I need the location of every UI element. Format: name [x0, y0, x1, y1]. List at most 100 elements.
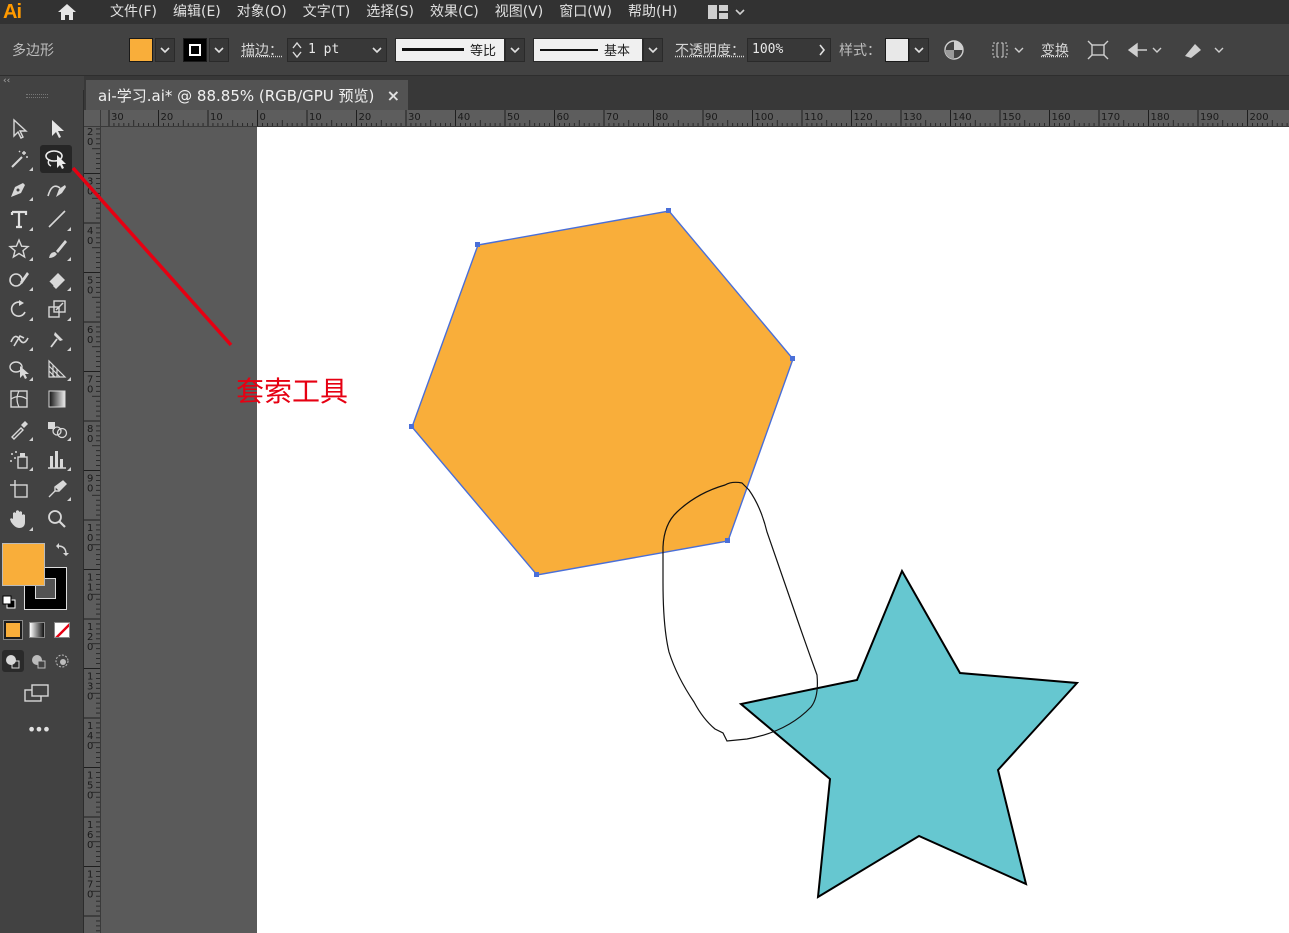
panel-collapse-strip[interactable]: ‹‹ [0, 76, 84, 90]
panel-grip[interactable] [26, 94, 48, 98]
puppet-warp-tool-icon[interactable] [42, 325, 72, 353]
eraser-tool-icon[interactable] [42, 265, 72, 293]
collapse-panels-icon[interactable]: ‹‹ [3, 76, 10, 86]
ruler-label: 0 [87, 642, 93, 653]
star-tool-icon[interactable] [4, 235, 34, 263]
workspace-switcher[interactable] [707, 4, 746, 20]
ruler-label: 60 [557, 112, 570, 123]
brush-definition[interactable]: 基本 [533, 37, 643, 62]
ruler-label: 30 [408, 112, 421, 123]
ruler-label: 0 [87, 791, 93, 802]
stroke-label[interactable]: 描边： [241, 40, 283, 60]
ruler-label: 0 [87, 434, 93, 445]
horizontal-ruler[interactable]: 30 20 10 0 10 20 30 40 50 60 70 80 90 100 110 120 130 140… [101, 110, 1289, 127]
selection-tool-icon[interactable] [4, 115, 34, 143]
color-mode-button[interactable] [3, 620, 23, 640]
line-segment-tool-icon[interactable] [42, 205, 72, 233]
stroke-dropdown[interactable] [209, 37, 229, 62]
magic-wand-tool-icon[interactable] [4, 145, 34, 173]
chevron-right-icon[interactable] [818, 44, 826, 56]
shaper-tool-icon[interactable] [4, 265, 34, 293]
fill-dropdown[interactable] [155, 37, 175, 62]
brush-dropdown[interactable] [643, 37, 663, 62]
variable-width-profile[interactable]: 等比 [395, 37, 505, 62]
vertical-ruler[interactable]: 2030405060708090100110120130140150160170 [84, 127, 101, 933]
pen-tool-icon[interactable] [4, 175, 34, 203]
graphic-style-swatch[interactable] [885, 37, 909, 62]
column-graph-tool-icon[interactable] [42, 445, 72, 473]
puppet-warp-icon[interactable] [1123, 35, 1165, 65]
rotate-tool-icon[interactable] [4, 295, 34, 323]
menu-file[interactable]: 文件(F) [102, 0, 165, 24]
direct-selection-tool-icon[interactable] [42, 115, 72, 143]
home-icon[interactable] [52, 0, 82, 24]
ruler-label: 0 [87, 385, 93, 396]
screen-mode-icon[interactable] [22, 681, 52, 705]
artboard-tool-icon[interactable] [4, 475, 34, 503]
document-tab-title: ai-学习.ai* @ 88.85% (RGB/GPU 预览) [98, 86, 375, 105]
mesh-tool-icon[interactable] [4, 385, 34, 413]
chevron-down-icon [735, 9, 746, 16]
ruler-label: 0 [87, 692, 93, 703]
style-label: 样式： [839, 42, 881, 59]
menu-window[interactable]: 窗口(W) [551, 0, 620, 24]
ruler-label: 160 [1052, 112, 1071, 123]
menu-help[interactable]: 帮助(H) [620, 0, 685, 24]
draw-normal-icon[interactable] [2, 650, 24, 672]
stroke-weight-field[interactable]: 1 pt [287, 37, 387, 62]
chevron-down-icon[interactable] [372, 46, 382, 54]
transform-link[interactable]: 变换 [1041, 40, 1069, 60]
menu-effect[interactable]: 效果(C) [422, 0, 487, 24]
artboard[interactable] [257, 127, 1289, 933]
hexagon-shape[interactable] [411, 210, 794, 576]
stepper-icon[interactable] [290, 40, 304, 60]
menu-view[interactable]: 视图(V) [487, 0, 552, 24]
menu-type[interactable]: 文字(T) [295, 0, 358, 24]
type-tool-icon[interactable] [4, 205, 34, 233]
ruler-origin[interactable] [84, 110, 101, 127]
ruler-label: 10 [309, 112, 322, 123]
lasso-tool-icon[interactable] [40, 145, 72, 173]
style-dropdown[interactable] [909, 37, 929, 62]
profile-dropdown[interactable] [505, 37, 525, 62]
paintbrush-tool-icon[interactable] [42, 235, 72, 263]
hand-tool-icon[interactable] [4, 505, 34, 533]
swap-fill-stroke-icon[interactable] [54, 542, 70, 558]
star-shape[interactable] [738, 568, 1080, 899]
opacity-label[interactable]: 不透明度： [675, 40, 745, 60]
menu-select[interactable]: 选择(S) [358, 0, 422, 24]
eyedropper-tool-icon[interactable] [4, 415, 34, 443]
menu-edit[interactable]: 编辑(E) [165, 0, 229, 24]
perspective-grid-tool-icon[interactable] [42, 355, 72, 383]
align-options-icon[interactable] [989, 35, 1027, 65]
default-fill-stroke-icon[interactable] [2, 595, 16, 609]
gradient-mode-button[interactable] [29, 622, 45, 638]
edit-toolbar-icon[interactable]: ••• [22, 720, 54, 744]
draw-inside-icon[interactable] [51, 650, 73, 672]
draw-behind-icon[interactable] [27, 650, 49, 672]
ruler-label: 0 [87, 890, 93, 901]
fill-swatch[interactable] [129, 37, 153, 62]
recolor-artwork-icon[interactable] [939, 35, 969, 65]
shape-builder-tool-icon[interactable] [4, 355, 34, 383]
stroke-swatch[interactable] [183, 37, 207, 62]
panel-options-icon[interactable] [1179, 35, 1227, 65]
zoom-tool-icon[interactable] [42, 505, 72, 533]
canvas-area[interactable] [101, 127, 1289, 933]
document-tab[interactable]: ai-学习.ai* @ 88.85% (RGB/GPU 预览) × [86, 80, 408, 110]
chevron-down-icon [510, 46, 520, 53]
fill-color-swatch[interactable] [2, 543, 45, 586]
menu-object[interactable]: 对象(O) [229, 0, 295, 24]
close-icon[interactable]: × [387, 86, 400, 105]
none-mode-button[interactable] [54, 622, 70, 638]
curvature-tool-icon[interactable] [42, 175, 72, 203]
warp-tool-icon[interactable] [4, 325, 34, 353]
isolate-object-icon[interactable] [1083, 35, 1113, 65]
blend-tool-icon[interactable] [42, 415, 72, 443]
symbol-sprayer-tool-icon[interactable] [4, 445, 34, 473]
slice-tool-icon[interactable] [42, 475, 72, 503]
scale-tool-icon[interactable] [42, 295, 72, 323]
opacity-field[interactable]: 100% [747, 37, 831, 62]
ruler-label: 0 [87, 335, 93, 346]
gradient-tool-icon[interactable] [42, 385, 72, 413]
